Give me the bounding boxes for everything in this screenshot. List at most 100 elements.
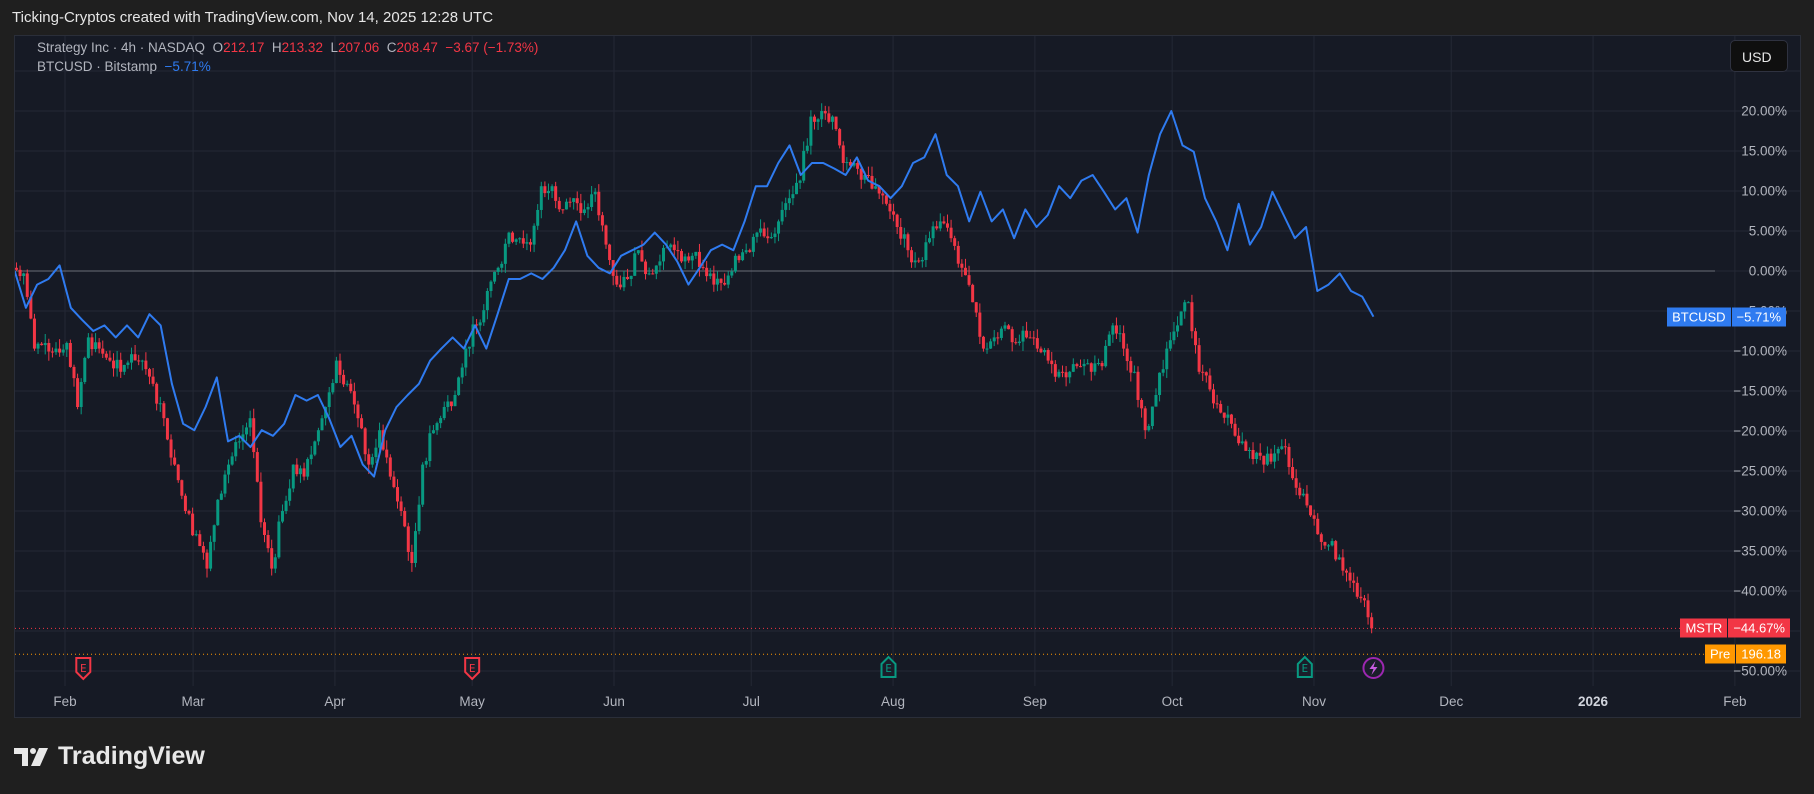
candle-body (816, 119, 820, 122)
close-value: 208.47 (396, 40, 438, 55)
candle-body (1068, 371, 1072, 378)
candle-body (636, 250, 640, 254)
candle-body (1125, 348, 1129, 362)
candle-body (1352, 580, 1356, 583)
symbol-info[interactable]: Strategy Inc · 4h · NASDAQ (37, 40, 205, 55)
candle-body (529, 242, 533, 245)
candle-body (1194, 331, 1198, 346)
candle-body (708, 273, 712, 277)
tradingview-logo[interactable]: TradingView (14, 742, 205, 771)
candle-body (489, 281, 493, 291)
chart-canvas[interactable]: EEEE (15, 36, 1801, 718)
candle-body (1301, 493, 1305, 496)
candle-body (1276, 448, 1280, 454)
candle-body (130, 354, 134, 363)
candle-body (920, 259, 924, 262)
candle-body (399, 501, 403, 511)
candle-body (101, 348, 105, 354)
candle-body (306, 459, 310, 477)
candle-body (1176, 325, 1180, 332)
candle-body (201, 546, 205, 553)
candle-body (435, 423, 439, 431)
candle-body (755, 232, 759, 237)
price-axis-label: 0.00% (1748, 263, 1787, 279)
candle-body (396, 487, 400, 502)
candle-body (931, 226, 935, 239)
price-axis-label: −10.00% (1733, 343, 1787, 359)
candle-body (1255, 452, 1259, 459)
candle-body (1190, 302, 1194, 332)
candle-body (1305, 493, 1309, 506)
candle-body (1114, 325, 1118, 334)
candle-body (744, 250, 748, 253)
high-value: 213.32 (281, 40, 323, 55)
time-axis-label: Sep (1022, 694, 1047, 709)
chart-panel[interactable]: E E E E Strategy Inc · 4h · NASDAQ O212.17 … (14, 35, 1801, 718)
candle-body (439, 418, 443, 424)
price-axis-label: 20.00% (1741, 103, 1787, 119)
candle-body (316, 430, 320, 442)
candle-body (514, 239, 518, 242)
candle-body (417, 504, 421, 532)
candle-body (992, 337, 996, 342)
open-value: 212.17 (223, 40, 265, 55)
svg-text:E: E (885, 662, 892, 675)
candle-body (198, 534, 202, 547)
currency-button[interactable]: USD (1730, 40, 1788, 72)
candle-body (1050, 360, 1054, 365)
candle-body (769, 237, 773, 239)
time-axis-label: Nov (1301, 694, 1326, 709)
candle-body (564, 201, 568, 210)
candle-body (485, 291, 489, 311)
candle-body (464, 348, 468, 368)
candle-body (1179, 311, 1183, 326)
candle-body (162, 403, 166, 419)
candle-body (1010, 329, 1014, 343)
candle-body (1287, 447, 1291, 468)
candle-body (511, 232, 515, 242)
candle-body (1111, 325, 1115, 335)
candle-body (1262, 455, 1266, 465)
candle-body (917, 260, 921, 262)
candle-body (191, 513, 195, 536)
svg-text:E: E (469, 662, 476, 675)
candle-body (521, 238, 525, 244)
price-axis-label: 10.00% (1741, 183, 1787, 199)
candle-body (1316, 518, 1320, 535)
candle-body (719, 278, 723, 283)
candle-body (47, 343, 51, 352)
candle-body (676, 250, 680, 252)
candle-body (1086, 363, 1090, 365)
candle-body (18, 269, 22, 277)
compare-symbol-info[interactable]: BTCUSD · Bitstamp (37, 59, 157, 74)
open-label: O (212, 40, 224, 55)
candle-body (999, 328, 1003, 338)
candle-body (633, 253, 637, 276)
candle-body (1334, 541, 1338, 560)
candle-body (1330, 541, 1334, 546)
candle-body (590, 194, 594, 208)
candle-body (618, 284, 622, 288)
candle-body (701, 267, 705, 269)
time-axis-label: Oct (1161, 694, 1183, 709)
candle-body (97, 342, 101, 349)
time-axis-label: Jun (603, 694, 625, 709)
candle-body (996, 337, 1000, 339)
candle-body (597, 191, 601, 216)
candle-body (467, 346, 471, 349)
time-axis-label: Mar (181, 694, 205, 709)
candle-body (938, 221, 942, 229)
candle-body (288, 488, 292, 501)
candle-body (866, 175, 870, 176)
candle-body (546, 191, 550, 194)
candle-body (453, 395, 457, 407)
candle-body (1323, 541, 1327, 546)
time-axis-label: Dec (1439, 694, 1464, 709)
candle-body (367, 454, 371, 465)
candle-body (557, 200, 561, 210)
candle-body (1298, 487, 1302, 496)
candle-body (291, 464, 295, 489)
price-axis-label: −20.00% (1733, 423, 1787, 439)
candle-body (446, 401, 450, 407)
time-axis-label: Feb (1723, 694, 1747, 709)
